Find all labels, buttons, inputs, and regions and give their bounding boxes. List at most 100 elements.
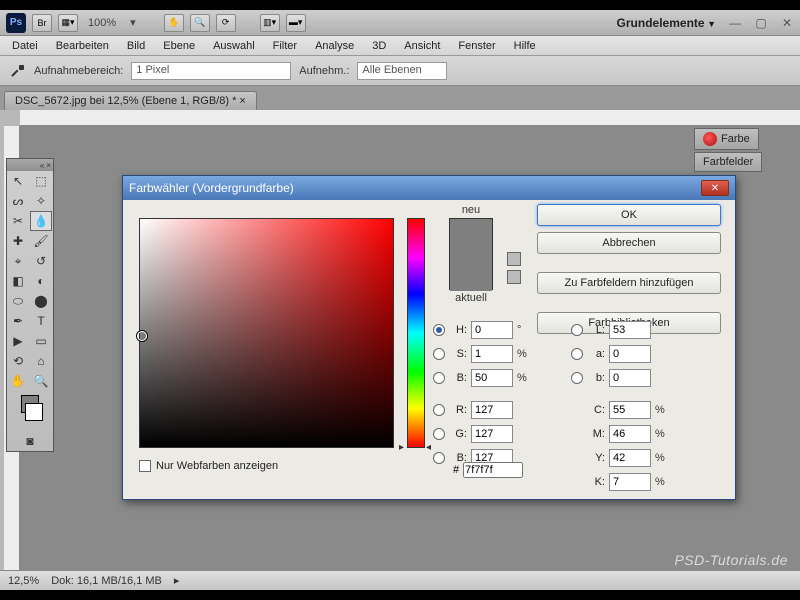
zoom-display[interactable]: 100% xyxy=(84,17,120,29)
gradient-tool-icon[interactable]: ◐ xyxy=(30,271,52,291)
radio-h[interactable] xyxy=(433,324,445,336)
toolbox-collapse-icon[interactable]: « xyxy=(40,161,44,170)
layout-button[interactable]: ▦▾ xyxy=(58,14,78,32)
menu-analyse[interactable]: Analyse xyxy=(307,38,362,54)
input-m[interactable] xyxy=(609,425,651,443)
zoom-tool-icon[interactable]: 🔍 xyxy=(190,14,210,32)
input-g[interactable] xyxy=(471,425,513,443)
path-select-icon[interactable]: ▶ xyxy=(7,331,29,351)
pen-tool-icon[interactable]: ✒ xyxy=(7,311,29,331)
dialog-close-button[interactable]: ✕ xyxy=(701,180,729,196)
radio-b-rgb[interactable] xyxy=(433,452,445,464)
status-zoom[interactable]: 12,5% xyxy=(8,575,39,587)
hand-tool-icon[interactable]: ✋ xyxy=(164,14,184,32)
sample-from-select[interactable]: Alle Ebenen xyxy=(357,62,447,80)
menu-bild[interactable]: Bild xyxy=(119,38,153,54)
shape-tool-icon[interactable]: ▭ xyxy=(30,331,52,351)
input-b-lab[interactable] xyxy=(609,369,651,387)
eraser-tool-icon[interactable]: ◧ xyxy=(7,271,29,291)
history-brush-icon[interactable]: ↺ xyxy=(30,251,52,271)
input-y[interactable] xyxy=(609,449,651,467)
input-c[interactable] xyxy=(609,401,651,419)
webonly-checkbox[interactable] xyxy=(139,460,151,472)
document-tabbar: DSC_5672.jpg bei 12,5% (Ebene 1, RGB/8) … xyxy=(0,86,800,110)
add-swatch-button[interactable]: Zu Farbfeldern hinzufügen xyxy=(537,272,721,294)
rotate-view-icon[interactable]: ⟳ xyxy=(216,14,236,32)
zoom-tool2-icon[interactable]: 🔍 xyxy=(30,371,52,391)
menu-ansicht[interactable]: Ansicht xyxy=(396,38,448,54)
radio-s[interactable] xyxy=(433,348,445,360)
blur-tool-icon[interactable]: ⬭ xyxy=(7,291,29,311)
input-a[interactable] xyxy=(609,345,651,363)
radio-l[interactable] xyxy=(571,324,583,336)
input-l[interactable] xyxy=(609,321,651,339)
quickmask-icon[interactable]: ◙ xyxy=(19,431,41,451)
hue-slider[interactable] xyxy=(407,218,425,448)
dodge-tool-icon[interactable]: ⬤ xyxy=(30,291,52,311)
bridge-button[interactable]: Br xyxy=(32,14,52,32)
sample-size-select[interactable]: 1 Pixel xyxy=(131,62,291,80)
radio-b-lab[interactable] xyxy=(571,372,583,384)
status-arrow-icon[interactable]: ▸ xyxy=(174,574,180,587)
input-s[interactable] xyxy=(471,345,513,363)
stamp-tool-icon[interactable]: ⌖ xyxy=(7,251,29,271)
ok-button[interactable]: OK xyxy=(537,204,721,226)
marquee-tool-icon[interactable]: ⬚ xyxy=(30,171,52,191)
input-h[interactable] xyxy=(471,321,513,339)
brush-tool-icon[interactable]: 🖌 xyxy=(30,231,52,251)
sv-cursor-icon[interactable] xyxy=(137,331,147,341)
maximize-icon[interactable]: ▢ xyxy=(754,16,768,30)
crop-tool-icon[interactable]: ✂ xyxy=(7,211,29,231)
toolbox-close-icon[interactable]: × xyxy=(46,161,51,170)
radio-g[interactable] xyxy=(433,428,445,440)
menu-fenster[interactable]: Fenster xyxy=(450,38,503,54)
menu-filter[interactable]: Filter xyxy=(265,38,305,54)
input-hex[interactable] xyxy=(463,462,523,478)
saturation-value-field[interactable] xyxy=(139,218,394,448)
hue-pointer-left-icon: ▸ xyxy=(399,442,404,453)
menu-bearbeiten[interactable]: Bearbeiten xyxy=(48,38,117,54)
lasso-tool-icon[interactable]: ᔕ xyxy=(7,191,29,211)
minimize-icon[interactable]: — xyxy=(728,16,742,30)
eyedropper-tool-icon[interactable]: 💧 xyxy=(30,211,52,231)
menu-hilfe[interactable]: Hilfe xyxy=(506,38,544,54)
dialog-titlebar[interactable]: Farbwähler (Vordergrundfarbe) ✕ xyxy=(123,176,735,200)
preview-new-swatch[interactable] xyxy=(450,219,492,255)
gamut-warning-icon[interactable] xyxy=(507,252,521,266)
websafe-warning-icon[interactable] xyxy=(507,270,521,284)
radio-b-hsb[interactable] xyxy=(433,372,445,384)
move-tool-icon[interactable]: ↖ xyxy=(7,171,29,191)
zoom-dropdown-icon[interactable]: ▾ xyxy=(126,16,140,29)
3d-tool-icon[interactable]: ⟲ xyxy=(7,351,29,371)
type-tool-icon[interactable]: T xyxy=(30,311,52,331)
3d-cam-icon[interactable]: ⌂ xyxy=(30,351,52,371)
workspace-switcher[interactable]: Grundelemente xyxy=(617,16,716,30)
input-k[interactable] xyxy=(609,473,651,491)
arrange-docs-icon[interactable]: ▥▾ xyxy=(260,14,280,32)
menu-datei[interactable]: Datei xyxy=(4,38,46,54)
menubar: Datei Bearbeiten Bild Ebene Auswahl Filt… xyxy=(0,36,800,56)
label-current: aktuell xyxy=(443,292,499,304)
radio-r[interactable] xyxy=(433,404,445,416)
radio-a[interactable] xyxy=(571,348,583,360)
color-preview xyxy=(449,218,493,290)
hand-tool2-icon[interactable]: ✋ xyxy=(7,371,29,391)
cancel-button[interactable]: Abbrechen xyxy=(537,232,721,254)
background-swatch[interactable] xyxy=(25,403,43,421)
menu-ebene[interactable]: Ebene xyxy=(155,38,203,54)
photoshop-window: Ps Br ▦▾ 100% ▾ ✋ 🔍 ⟳ ▥▾ ▬▾ Grundelement… xyxy=(0,10,800,590)
healing-tool-icon[interactable]: ✚ xyxy=(7,231,29,251)
input-r[interactable] xyxy=(471,401,513,419)
panel-farbe[interactable]: Farbe xyxy=(694,128,759,150)
input-b-hsb[interactable] xyxy=(471,369,513,387)
preview-current-swatch[interactable] xyxy=(450,255,492,291)
wand-tool-icon[interactable]: ✧ xyxy=(30,191,52,211)
menu-auswahl[interactable]: Auswahl xyxy=(205,38,263,54)
eyedropper-icon[interactable] xyxy=(10,63,26,79)
document-tab[interactable]: DSC_5672.jpg bei 12,5% (Ebene 1, RGB/8) … xyxy=(4,91,257,110)
close-icon[interactable]: ✕ xyxy=(780,16,794,30)
panel-farbfelder[interactable]: Farbfelder xyxy=(694,152,762,172)
menu-3d[interactable]: 3D xyxy=(364,38,394,54)
hex-label: # xyxy=(453,464,459,476)
screen-mode-icon[interactable]: ▬▾ xyxy=(286,14,306,32)
